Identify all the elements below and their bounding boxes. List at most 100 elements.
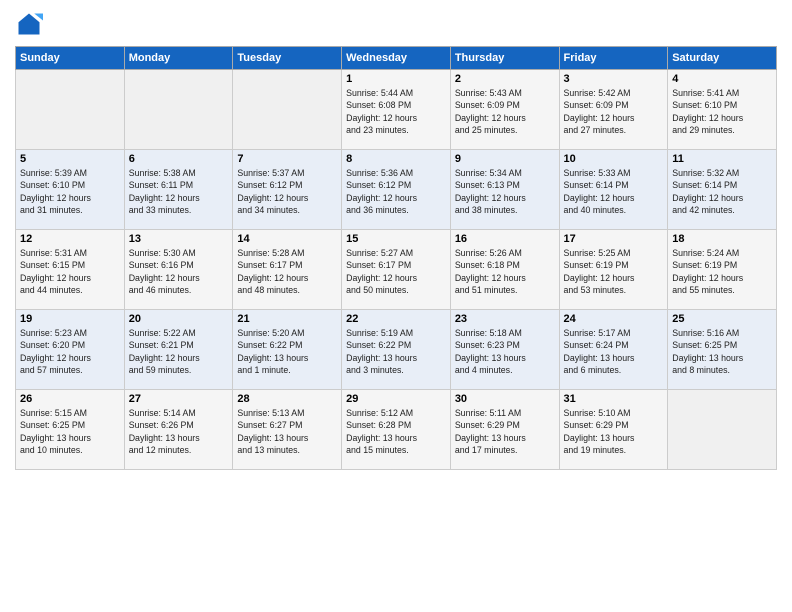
day-info: Sunrise: 5:10 AM Sunset: 6:29 PM Dayligh… <box>564 407 664 456</box>
header-row: SundayMondayTuesdayWednesdayThursdayFrid… <box>16 47 777 70</box>
day-cell: 12 Sunrise: 5:31 AM Sunset: 6:15 PM Dayli… <box>16 230 125 310</box>
day-info: Sunrise: 5:39 AM Sunset: 6:10 PM Dayligh… <box>20 167 120 216</box>
day-cell: 13Sunrise: 5:30 AM Sunset: 6:16 PM Dayli… <box>124 230 233 310</box>
day-cell: 19 Sunrise: 5:23 AM Sunset: 6:20 PM Dayli… <box>16 310 125 390</box>
day-info: Sunrise: 5:31 AM Sunset: 6:15 PM Dayligh… <box>20 247 120 296</box>
day-cell: 21Sunrise: 5:20 AM Sunset: 6:22 PM Dayli… <box>233 310 342 390</box>
day-cell: 17Sunrise: 5:25 AM Sunset: 6:19 PM Dayli… <box>559 230 668 310</box>
day-number: 11 <box>672 153 772 165</box>
week-row-4: 26 Sunrise: 5:15 AM Sunset: 6:25 PM Dayli… <box>16 390 777 470</box>
day-number: 29 <box>346 393 446 405</box>
day-cell: 2 Sunrise: 5:43 AM Sunset: 6:09 PM Daylig… <box>450 70 559 150</box>
day-number: 27 <box>129 393 229 405</box>
day-cell: 25 Sunrise: 5:16 AM Sunset: 6:25 PM Dayli… <box>668 310 777 390</box>
week-row-1: 5 Sunrise: 5:39 AM Sunset: 6:10 PM Daylig… <box>16 150 777 230</box>
day-info: Sunrise: 5:41 AM Sunset: 6:10 PM Dayligh… <box>672 87 772 136</box>
day-cell: 1 Sunrise: 5:44 AM Sunset: 6:08 PM Daylig… <box>342 70 451 150</box>
week-row-0: 1 Sunrise: 5:44 AM Sunset: 6:08 PM Daylig… <box>16 70 777 150</box>
day-cell: 31 Sunrise: 5:10 AM Sunset: 6:29 PM Dayli… <box>559 390 668 470</box>
day-info: Sunrise: 5:22 AM Sunset: 6:21 PM Dayligh… <box>129 327 229 376</box>
day-info: Sunrise: 5:33 AM Sunset: 6:14 PM Dayligh… <box>564 167 664 216</box>
day-number: 31 <box>564 393 664 405</box>
day-cell: 28 Sunrise: 5:13 AM Sunset: 6:27 PM Dayli… <box>233 390 342 470</box>
day-number: 14 <box>237 233 337 245</box>
day-number: 25 <box>672 313 772 325</box>
day-info: Sunrise: 5:44 AM Sunset: 6:08 PM Dayligh… <box>346 87 446 136</box>
day-number: 15 <box>346 233 446 245</box>
day-number: 5 <box>20 153 120 165</box>
day-cell: 27 Sunrise: 5:14 AM Sunset: 6:26 PM Dayli… <box>124 390 233 470</box>
day-info: Sunrise: 5:34 AM Sunset: 6:13 PM Dayligh… <box>455 167 555 216</box>
logo-icon <box>15 10 43 38</box>
day-number: 26 <box>20 393 120 405</box>
day-cell: 24 Sunrise: 5:17 AM Sunset: 6:24 PM Dayli… <box>559 310 668 390</box>
day-number: 12 <box>20 233 120 245</box>
day-cell <box>124 70 233 150</box>
day-cell: 26 Sunrise: 5:15 AM Sunset: 6:25 PM Dayli… <box>16 390 125 470</box>
day-cell: 14Sunrise: 5:28 AM Sunset: 6:17 PM Dayli… <box>233 230 342 310</box>
day-info: Sunrise: 5:37 AM Sunset: 6:12 PM Dayligh… <box>237 167 337 216</box>
day-info: Sunrise: 5:11 AM Sunset: 6:29 PM Dayligh… <box>455 407 555 456</box>
day-number: 1 <box>346 73 446 85</box>
day-number: 10 <box>564 153 664 165</box>
day-cell: 30 Sunrise: 5:11 AM Sunset: 6:29 PM Dayli… <box>450 390 559 470</box>
header <box>15 10 777 38</box>
day-info: Sunrise: 5:17 AM Sunset: 6:24 PM Dayligh… <box>564 327 664 376</box>
day-cell: 18 Sunrise: 5:24 AM Sunset: 6:19 PM Dayli… <box>668 230 777 310</box>
header-cell-sunday: Sunday <box>16 47 125 70</box>
day-number: 21 <box>237 313 337 325</box>
week-row-3: 19 Sunrise: 5:23 AM Sunset: 6:20 PM Dayli… <box>16 310 777 390</box>
day-number: 22 <box>346 313 446 325</box>
day-info: Sunrise: 5:32 AM Sunset: 6:14 PM Dayligh… <box>672 167 772 216</box>
day-cell: 15 Sunrise: 5:27 AM Sunset: 6:17 PM Dayli… <box>342 230 451 310</box>
day-info: Sunrise: 5:13 AM Sunset: 6:27 PM Dayligh… <box>237 407 337 456</box>
day-cell: 7 Sunrise: 5:37 AM Sunset: 6:12 PM Daylig… <box>233 150 342 230</box>
day-cell <box>16 70 125 150</box>
day-cell <box>668 390 777 470</box>
header-cell-saturday: Saturday <box>668 47 777 70</box>
day-number: 6 <box>129 153 229 165</box>
day-info: Sunrise: 5:19 AM Sunset: 6:22 PM Dayligh… <box>346 327 446 376</box>
day-cell: 5 Sunrise: 5:39 AM Sunset: 6:10 PM Daylig… <box>16 150 125 230</box>
day-number: 30 <box>455 393 555 405</box>
day-info: Sunrise: 5:23 AM Sunset: 6:20 PM Dayligh… <box>20 327 120 376</box>
day-info: Sunrise: 5:27 AM Sunset: 6:17 PM Dayligh… <box>346 247 446 296</box>
header-cell-monday: Monday <box>124 47 233 70</box>
day-number: 8 <box>346 153 446 165</box>
day-info: Sunrise: 5:38 AM Sunset: 6:11 PM Dayligh… <box>129 167 229 216</box>
day-cell: 4 Sunrise: 5:41 AM Sunset: 6:10 PM Daylig… <box>668 70 777 150</box>
day-info: Sunrise: 5:12 AM Sunset: 6:28 PM Dayligh… <box>346 407 446 456</box>
day-info: Sunrise: 5:30 AM Sunset: 6:16 PM Dayligh… <box>129 247 229 296</box>
day-cell: 9 Sunrise: 5:34 AM Sunset: 6:13 PM Daylig… <box>450 150 559 230</box>
day-number: 18 <box>672 233 772 245</box>
day-info: Sunrise: 5:14 AM Sunset: 6:26 PM Dayligh… <box>129 407 229 456</box>
day-info: Sunrise: 5:24 AM Sunset: 6:19 PM Dayligh… <box>672 247 772 296</box>
day-cell: 8 Sunrise: 5:36 AM Sunset: 6:12 PM Daylig… <box>342 150 451 230</box>
logo <box>15 10 47 38</box>
day-number: 9 <box>455 153 555 165</box>
day-cell: 10 Sunrise: 5:33 AM Sunset: 6:14 PM Dayli… <box>559 150 668 230</box>
day-info: Sunrise: 5:36 AM Sunset: 6:12 PM Dayligh… <box>346 167 446 216</box>
day-number: 4 <box>672 73 772 85</box>
calendar-table: SundayMondayTuesdayWednesdayThursdayFrid… <box>15 46 777 470</box>
page: SundayMondayTuesdayWednesdayThursdayFrid… <box>0 0 792 612</box>
day-number: 19 <box>20 313 120 325</box>
day-cell <box>233 70 342 150</box>
day-cell: 20Sunrise: 5:22 AM Sunset: 6:21 PM Dayli… <box>124 310 233 390</box>
day-info: Sunrise: 5:15 AM Sunset: 6:25 PM Dayligh… <box>20 407 120 456</box>
header-cell-tuesday: Tuesday <box>233 47 342 70</box>
week-row-2: 12 Sunrise: 5:31 AM Sunset: 6:15 PM Dayli… <box>16 230 777 310</box>
day-number: 24 <box>564 313 664 325</box>
day-number: 23 <box>455 313 555 325</box>
day-number: 28 <box>237 393 337 405</box>
day-info: Sunrise: 5:26 AM Sunset: 6:18 PM Dayligh… <box>455 247 555 296</box>
day-info: Sunrise: 5:43 AM Sunset: 6:09 PM Dayligh… <box>455 87 555 136</box>
header-cell-friday: Friday <box>559 47 668 70</box>
day-info: Sunrise: 5:16 AM Sunset: 6:25 PM Dayligh… <box>672 327 772 376</box>
day-cell: 22 Sunrise: 5:19 AM Sunset: 6:22 PM Dayli… <box>342 310 451 390</box>
day-number: 2 <box>455 73 555 85</box>
header-cell-thursday: Thursday <box>450 47 559 70</box>
day-number: 7 <box>237 153 337 165</box>
day-cell: 3Sunrise: 5:42 AM Sunset: 6:09 PM Daylig… <box>559 70 668 150</box>
day-cell: 11 Sunrise: 5:32 AM Sunset: 6:14 PM Dayli… <box>668 150 777 230</box>
